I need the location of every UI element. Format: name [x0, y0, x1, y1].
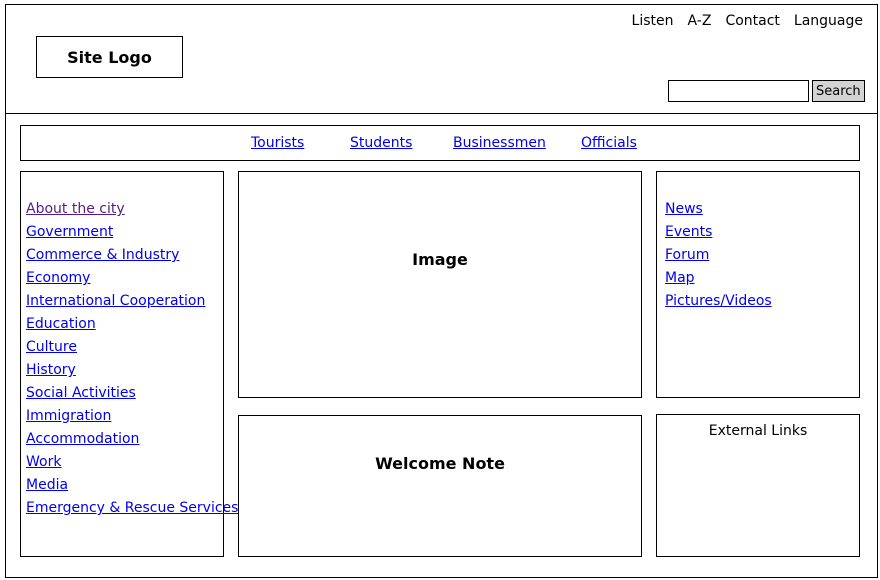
image-placeholder: Image	[238, 171, 642, 398]
list-item: Forum	[665, 246, 772, 269]
right-menu-link-map[interactable]: Map	[665, 270, 695, 286]
nav-item-tourists[interactable]: Tourists	[251, 135, 304, 151]
list-item: News	[665, 200, 772, 223]
right-menu-link-forum[interactable]: Forum	[665, 247, 709, 263]
list-item: Government	[26, 223, 238, 246]
page: Site Logo Listen A-Z Contact Language Se…	[0, 0, 880, 580]
list-item: International Cooperation	[26, 292, 238, 315]
nav-item-businessmen[interactable]: Businessmen	[453, 135, 546, 151]
left-menu-link-commerce-industry[interactable]: Commerce & Industry	[26, 247, 179, 263]
list-item: Immigration	[26, 407, 238, 430]
left-menu-link-emergency-rescue-services[interactable]: Emergency & Rescue Services	[26, 500, 238, 516]
list-item: Map	[665, 269, 772, 292]
left-menu: About the city Government Commerce & Ind…	[20, 171, 238, 557]
list-item: About the city	[26, 200, 238, 223]
list-item: Economy	[26, 269, 238, 292]
nav-item-officials[interactable]: Officials	[581, 135, 637, 151]
right-menu-link-events[interactable]: Events	[665, 224, 712, 240]
external-links-title: External Links	[708, 423, 808, 439]
audience-nav: Tourists Students Businessmen Officials	[20, 125, 860, 161]
left-menu-link-education[interactable]: Education	[26, 316, 96, 332]
language-link[interactable]: Language	[794, 13, 863, 29]
list-item: Commerce & Industry	[26, 246, 238, 269]
left-menu-link-media[interactable]: Media	[26, 477, 68, 493]
image-placeholder-label: Image	[412, 250, 468, 269]
list-item: Events	[665, 223, 772, 246]
list-item: Media	[26, 476, 238, 499]
right-menu-list: News Events Forum Map Pictures/Videos	[665, 200, 772, 315]
contact-link[interactable]: Contact	[725, 13, 779, 29]
search-input[interactable]	[668, 80, 809, 102]
right-menu-link-pictures-videos[interactable]: Pictures/Videos	[665, 293, 772, 309]
left-menu-link-economy[interactable]: Economy	[26, 270, 90, 286]
left-menu-link-social-activities[interactable]: Social Activities	[26, 385, 136, 401]
header-divider	[5, 113, 878, 114]
list-item: Work	[26, 453, 238, 476]
left-menu-link-government[interactable]: Government	[26, 224, 113, 240]
site-logo-label: Site Logo	[67, 47, 152, 67]
left-menu-link-immigration[interactable]: Immigration	[26, 408, 111, 424]
left-menu-link-about-the-city[interactable]: About the city	[26, 201, 125, 217]
site-logo[interactable]: Site Logo	[36, 36, 183, 78]
left-menu-list: About the city Government Commerce & Ind…	[26, 200, 238, 522]
right-menu-link-news[interactable]: News	[665, 201, 703, 217]
left-menu-link-accommodation[interactable]: Accommodation	[26, 431, 139, 447]
left-menu-link-culture[interactable]: Culture	[26, 339, 77, 355]
left-menu-link-history[interactable]: History	[26, 362, 76, 378]
right-menu: News Events Forum Map Pictures/Videos	[656, 171, 860, 398]
list-item: Emergency & Rescue Services	[26, 499, 238, 522]
welcome-note-label: Welcome Note	[375, 454, 505, 473]
list-item: Education	[26, 315, 238, 338]
utility-links: Listen A-Z Contact Language	[632, 13, 863, 29]
welcome-note-placeholder: Welcome Note	[238, 415, 642, 557]
external-links-panel: External Links	[656, 414, 860, 557]
list-item: Pictures/Videos	[665, 292, 772, 315]
list-item: Social Activities	[26, 384, 238, 407]
nav-item-students[interactable]: Students	[350, 135, 412, 151]
a-z-link[interactable]: A-Z	[688, 13, 712, 29]
search-button[interactable]: Search	[812, 80, 865, 102]
list-item: History	[26, 361, 238, 384]
left-menu-link-work[interactable]: Work	[26, 454, 61, 470]
search-area: Search	[668, 80, 865, 102]
listen-link[interactable]: Listen	[632, 13, 674, 29]
list-item: Culture	[26, 338, 238, 361]
left-menu-link-international-cooperation[interactable]: International Cooperation	[26, 293, 205, 309]
list-item: Accommodation	[26, 430, 238, 453]
